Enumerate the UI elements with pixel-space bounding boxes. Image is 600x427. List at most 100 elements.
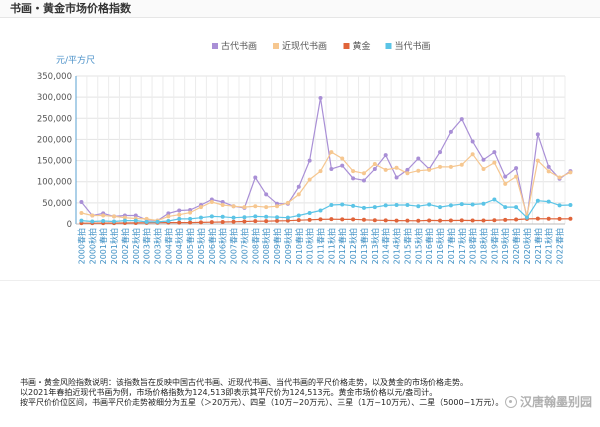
x-tick-label: 2004秋拍 <box>174 228 184 264</box>
x-tick-label: 2000春拍 <box>76 228 86 264</box>
data-point <box>481 157 486 162</box>
x-tick-label: 2000秋拍 <box>87 228 97 264</box>
x-tick-label: 2011春拍 <box>316 228 326 264</box>
page-title: 书画・黄金市场价格指数 <box>0 0 600 18</box>
x-tick-label: 2007春拍 <box>229 228 239 264</box>
data-point <box>394 165 399 170</box>
data-point <box>427 167 432 172</box>
data-point <box>383 203 388 208</box>
data-point <box>535 158 540 163</box>
data-point <box>514 205 519 210</box>
legend-label: 古代书画 <box>221 40 257 52</box>
data-point <box>231 219 236 224</box>
data-point <box>503 174 508 179</box>
data-point <box>177 212 182 217</box>
x-tick-label: 2002秋拍 <box>131 228 141 264</box>
data-point <box>155 219 160 224</box>
data-point <box>416 204 421 209</box>
data-point <box>514 166 519 171</box>
data-point <box>340 163 345 168</box>
y-tick-label: 200,000 <box>37 135 72 145</box>
data-point <box>253 214 258 219</box>
legend-item: 古代书画 <box>212 40 257 52</box>
data-point <box>242 215 247 220</box>
chart-area: 元/平方尺 0 50,000 100,000 150,000 200,000 250,000… <box>0 18 600 278</box>
price-index-line-chart: 元/平方尺 0 50,000 100,000 150,000 200,000 250,000… <box>37 40 573 264</box>
data-point <box>318 95 323 100</box>
wechat-logo-icon <box>504 395 517 408</box>
data-point <box>383 167 388 172</box>
data-point <box>253 204 258 209</box>
data-point <box>503 217 508 222</box>
data-point <box>438 205 443 210</box>
data-point <box>275 218 280 223</box>
data-point <box>166 219 171 224</box>
x-tick-label: 2008秋拍 <box>261 228 271 264</box>
x-tick-label: 2003秋拍 <box>153 228 163 264</box>
data-point <box>438 150 443 155</box>
x-tick-label: 2005秋拍 <box>196 228 206 264</box>
data-point <box>557 203 562 208</box>
data-point <box>275 215 280 220</box>
data-point <box>296 218 301 223</box>
data-point <box>198 215 203 220</box>
data-point <box>220 202 225 207</box>
data-point <box>568 216 573 221</box>
x-tick-label: 2015秋拍 <box>413 228 423 264</box>
data-point <box>329 167 334 172</box>
x-tick-label: 2013春拍 <box>359 228 369 264</box>
data-point <box>459 162 464 167</box>
data-point <box>133 218 138 223</box>
data-point <box>383 153 388 158</box>
data-point <box>361 205 366 210</box>
data-point <box>535 216 540 221</box>
x-tick-label: 2001春拍 <box>98 228 108 264</box>
data-point <box>405 218 410 223</box>
data-point <box>307 217 312 222</box>
y-tick-label: 300,000 <box>37 93 72 103</box>
legend-item: 黄金 <box>343 40 371 52</box>
x-tick-label: 2020秋拍 <box>522 228 532 264</box>
data-point <box>503 205 508 210</box>
x-tick-label: 2005春拍 <box>185 228 195 264</box>
data-point <box>188 216 193 221</box>
data-point <box>231 204 236 209</box>
data-point <box>394 175 399 180</box>
x-tick-label: 2010秋拍 <box>305 228 315 264</box>
data-point <box>405 202 410 207</box>
data-point <box>416 156 421 161</box>
data-point <box>351 169 356 174</box>
legend-label: 近现代书画 <box>282 40 327 52</box>
data-point <box>79 218 84 223</box>
data-point <box>264 214 269 219</box>
data-point <box>514 217 519 222</box>
data-point <box>177 216 182 221</box>
data-point <box>144 219 149 224</box>
data-point <box>220 219 225 224</box>
data-point <box>112 219 117 224</box>
x-tick-label: 2018春拍 <box>468 228 478 264</box>
data-point <box>503 181 508 186</box>
data-point <box>79 211 84 216</box>
y-tick-label: 350,000 <box>37 72 72 82</box>
x-tick-label: 2007秋拍 <box>239 228 249 264</box>
y-axis-label: 元/平方尺 <box>56 54 95 66</box>
data-point <box>285 215 290 220</box>
data-point <box>492 197 497 202</box>
data-point <box>329 202 334 207</box>
data-point <box>470 218 475 223</box>
x-tick-label: 2008春拍 <box>250 228 260 264</box>
data-point <box>481 167 486 172</box>
data-point <box>470 139 475 144</box>
x-tick-label: 2006春拍 <box>207 228 217 264</box>
data-point <box>112 214 117 219</box>
data-point <box>351 176 356 181</box>
data-point <box>329 150 334 155</box>
data-point <box>568 202 573 207</box>
data-point <box>459 218 464 223</box>
data-point <box>209 220 214 225</box>
data-point <box>546 216 551 221</box>
x-tick-label: 2022春拍 <box>555 228 565 264</box>
legend-swatch <box>273 43 279 49</box>
data-point <box>372 161 377 166</box>
